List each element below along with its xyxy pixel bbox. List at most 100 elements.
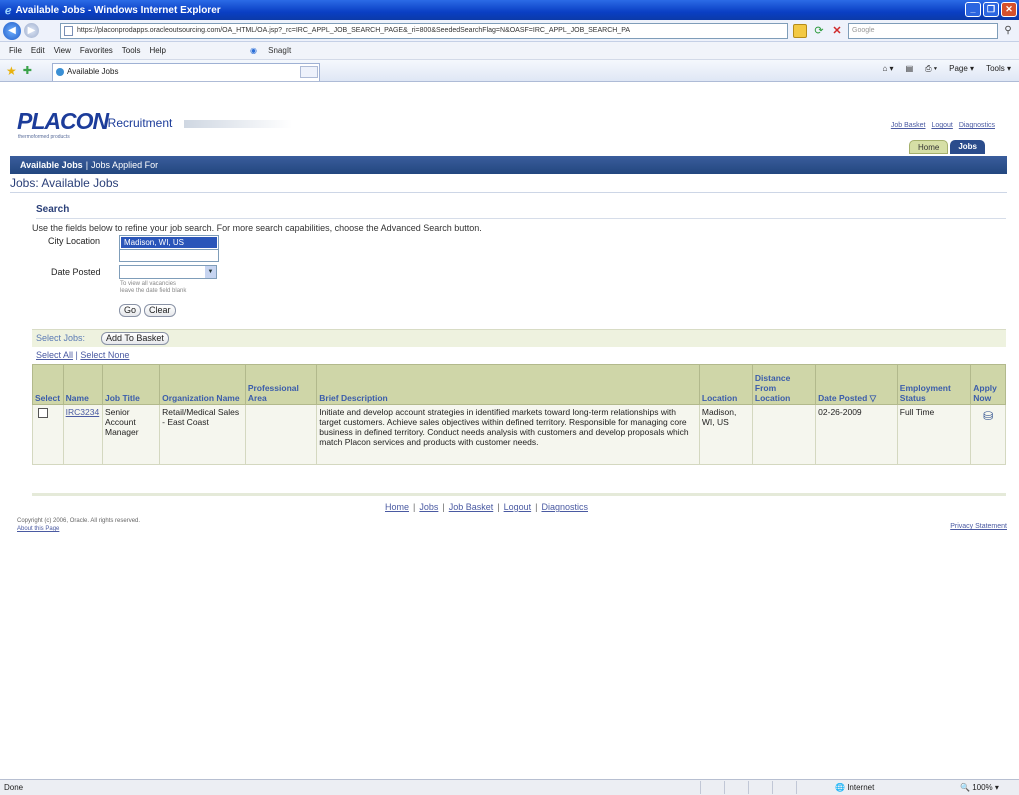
- page-menu[interactable]: Page ▾: [949, 64, 974, 74]
- date-posted-select[interactable]: ▼: [119, 265, 217, 279]
- tools-menu[interactable]: Tools ▾: [986, 64, 1011, 74]
- col-professional-area[interactable]: Professional Area: [244, 364, 318, 405]
- forward-button[interactable]: ▶: [24, 23, 39, 38]
- footer-link-diagnostics[interactable]: Diagnostics: [541, 502, 588, 512]
- maximize-button[interactable]: ❐: [983, 2, 999, 17]
- footer-link-logout[interactable]: Logout: [504, 502, 532, 512]
- status-segments: [700, 781, 820, 794]
- city-option-selected[interactable]: Madison, WI, US: [121, 237, 217, 248]
- subnav-jobs-applied-for[interactable]: Jobs Applied For: [91, 160, 158, 170]
- status-segment: [724, 781, 748, 794]
- clear-button[interactable]: Clear: [144, 304, 176, 317]
- col-distance[interactable]: Distance From Location: [751, 364, 817, 405]
- col-job-title[interactable]: Job Title: [101, 364, 161, 405]
- sub-navigation: Available Jobs | Jobs Applied For: [10, 156, 1007, 174]
- footer-link-jobs[interactable]: Jobs: [419, 502, 438, 512]
- page-title: Jobs: Available Jobs: [10, 176, 119, 190]
- sort-descending-icon[interactable]: ▽: [870, 393, 877, 403]
- col-date-posted[interactable]: Date Posted ▽: [815, 364, 898, 405]
- city-location-label: City Location: [48, 236, 101, 246]
- row-name-cell: IRC3234: [62, 404, 104, 465]
- menu-help[interactable]: Help: [149, 46, 165, 55]
- subnav-available-jobs[interactable]: Available Jobs: [20, 160, 83, 170]
- col-brief-description[interactable]: Brief Description: [316, 364, 700, 405]
- window-title: Available Jobs - Windows Internet Explor…: [15, 4, 221, 16]
- global-link-diagnostics[interactable]: Diagnostics: [959, 122, 995, 129]
- snagit-label: SnagIt: [268, 46, 292, 55]
- row-distance: [751, 404, 817, 465]
- subnav-separator: |: [85, 160, 89, 170]
- security-zone[interactable]: 🌐 Internet: [835, 783, 874, 792]
- row-job-title: Senior Account Manager: [101, 404, 161, 465]
- apply-now-icon[interactable]: ⛁: [973, 410, 1003, 422]
- chevron-down-icon[interactable]: ▼: [205, 266, 216, 278]
- go-button[interactable]: Go: [119, 304, 142, 317]
- browser-tab-available-jobs[interactable]: Available Jobs: [52, 63, 320, 81]
- add-favorites-icon[interactable]: ✚: [23, 64, 32, 77]
- close-button[interactable]: ✕: [1001, 2, 1017, 17]
- col-name[interactable]: Name: [62, 364, 104, 405]
- status-segment: [748, 781, 772, 794]
- brand: PLACON iRecruitment thermoformed product…: [17, 108, 292, 140]
- zoom-level[interactable]: 🔍 100% ▾: [960, 783, 999, 792]
- zoom-icon: 🔍: [960, 783, 973, 792]
- search-instructions: Use the fields below to refine your job …: [32, 223, 482, 233]
- select-jobs-bar: Select Jobs: Add To Basket: [32, 329, 1006, 347]
- menu-file[interactable]: File: [9, 46, 22, 55]
- address-input[interactable]: https://placonprodapps.oracleoutsourcing…: [60, 23, 788, 39]
- results-region: Select Jobs: Add To Basket Select All | …: [32, 329, 1006, 497]
- city-location-input[interactable]: [120, 249, 218, 261]
- feeds-icon[interactable]: ▤: [906, 64, 914, 74]
- row-select-checkbox[interactable]: [38, 408, 48, 418]
- window-controls: _ ❐ ✕: [965, 2, 1017, 17]
- global-link-logout[interactable]: Logout: [931, 122, 952, 129]
- brand-fade-decoration: [184, 120, 292, 128]
- print-icon[interactable]: ⎙ ▾: [925, 64, 937, 74]
- col-date-posted-label: Date Posted: [818, 393, 868, 403]
- menu-edit[interactable]: Edit: [31, 46, 45, 55]
- menu-favorites[interactable]: Favorites: [80, 46, 113, 55]
- window-titlebar: ℯ Available Jobs - Windows Internet Expl…: [0, 0, 1019, 20]
- footer-separator: |: [413, 502, 416, 512]
- job-name-link[interactable]: IRC3234: [66, 407, 100, 417]
- back-button[interactable]: ◀: [3, 21, 21, 40]
- tab-jobs[interactable]: Jobs: [950, 140, 985, 154]
- global-links: Job Basket Logout Diagnostics: [887, 122, 995, 129]
- menu-view[interactable]: View: [54, 46, 71, 55]
- footer-link-job-basket[interactable]: Job Basket: [449, 502, 494, 512]
- col-employment-status[interactable]: Employment Status: [896, 364, 972, 405]
- lock-icon[interactable]: [793, 24, 807, 38]
- command-bar: ⌂ ▾ ▤ ⎙ ▾ Page ▾ Tools ▾: [883, 64, 1012, 74]
- row-employment-status: Full Time: [896, 404, 972, 465]
- col-location[interactable]: Location: [698, 364, 753, 405]
- city-location-list[interactable]: Madison, WI, US: [119, 235, 219, 262]
- about-this-page-link[interactable]: About this Page: [17, 526, 59, 532]
- tab-home[interactable]: Home: [908, 140, 949, 154]
- brand-logo: PLACON: [17, 108, 109, 134]
- refresh-icon[interactable]: ⟳: [812, 24, 826, 38]
- zone-label: Internet: [847, 783, 875, 792]
- menu-tools[interactable]: Tools: [122, 46, 141, 55]
- favorites-star-icon[interactable]: ★: [6, 64, 17, 78]
- snagit-button[interactable]: ◉ SnagIt: [241, 46, 291, 55]
- address-toolbar: ◀ ▶ https://placonprodapps.oracleoutsour…: [0, 20, 1019, 42]
- search-divider: [36, 218, 1006, 219]
- home-icon[interactable]: ⌂ ▾: [883, 64, 894, 74]
- select-all-link[interactable]: Select All: [36, 350, 73, 360]
- minimize-button[interactable]: _: [965, 2, 981, 17]
- select-none-link[interactable]: Select None: [80, 350, 129, 360]
- search-input[interactable]: Google: [848, 23, 998, 39]
- col-organization-name[interactable]: Organization Name: [159, 364, 246, 405]
- stop-icon[interactable]: ✕: [830, 24, 844, 38]
- add-to-basket-button[interactable]: Add To Basket: [101, 332, 169, 345]
- new-tab-button[interactable]: [300, 66, 318, 78]
- footer-link-home[interactable]: Home: [385, 502, 409, 512]
- row-apply-cell: ⛁: [970, 404, 1006, 465]
- search-heading: Search: [36, 204, 70, 215]
- status-segment: [700, 781, 724, 794]
- privacy-statement-link[interactable]: Privacy Statement: [950, 523, 1007, 530]
- browser-tab-label: Available Jobs: [67, 67, 119, 76]
- row-date-posted: 02-26-2009: [815, 404, 898, 465]
- global-link-job-basket[interactable]: Job Basket: [891, 122, 926, 129]
- search-icon[interactable]: ⚲: [1001, 24, 1015, 38]
